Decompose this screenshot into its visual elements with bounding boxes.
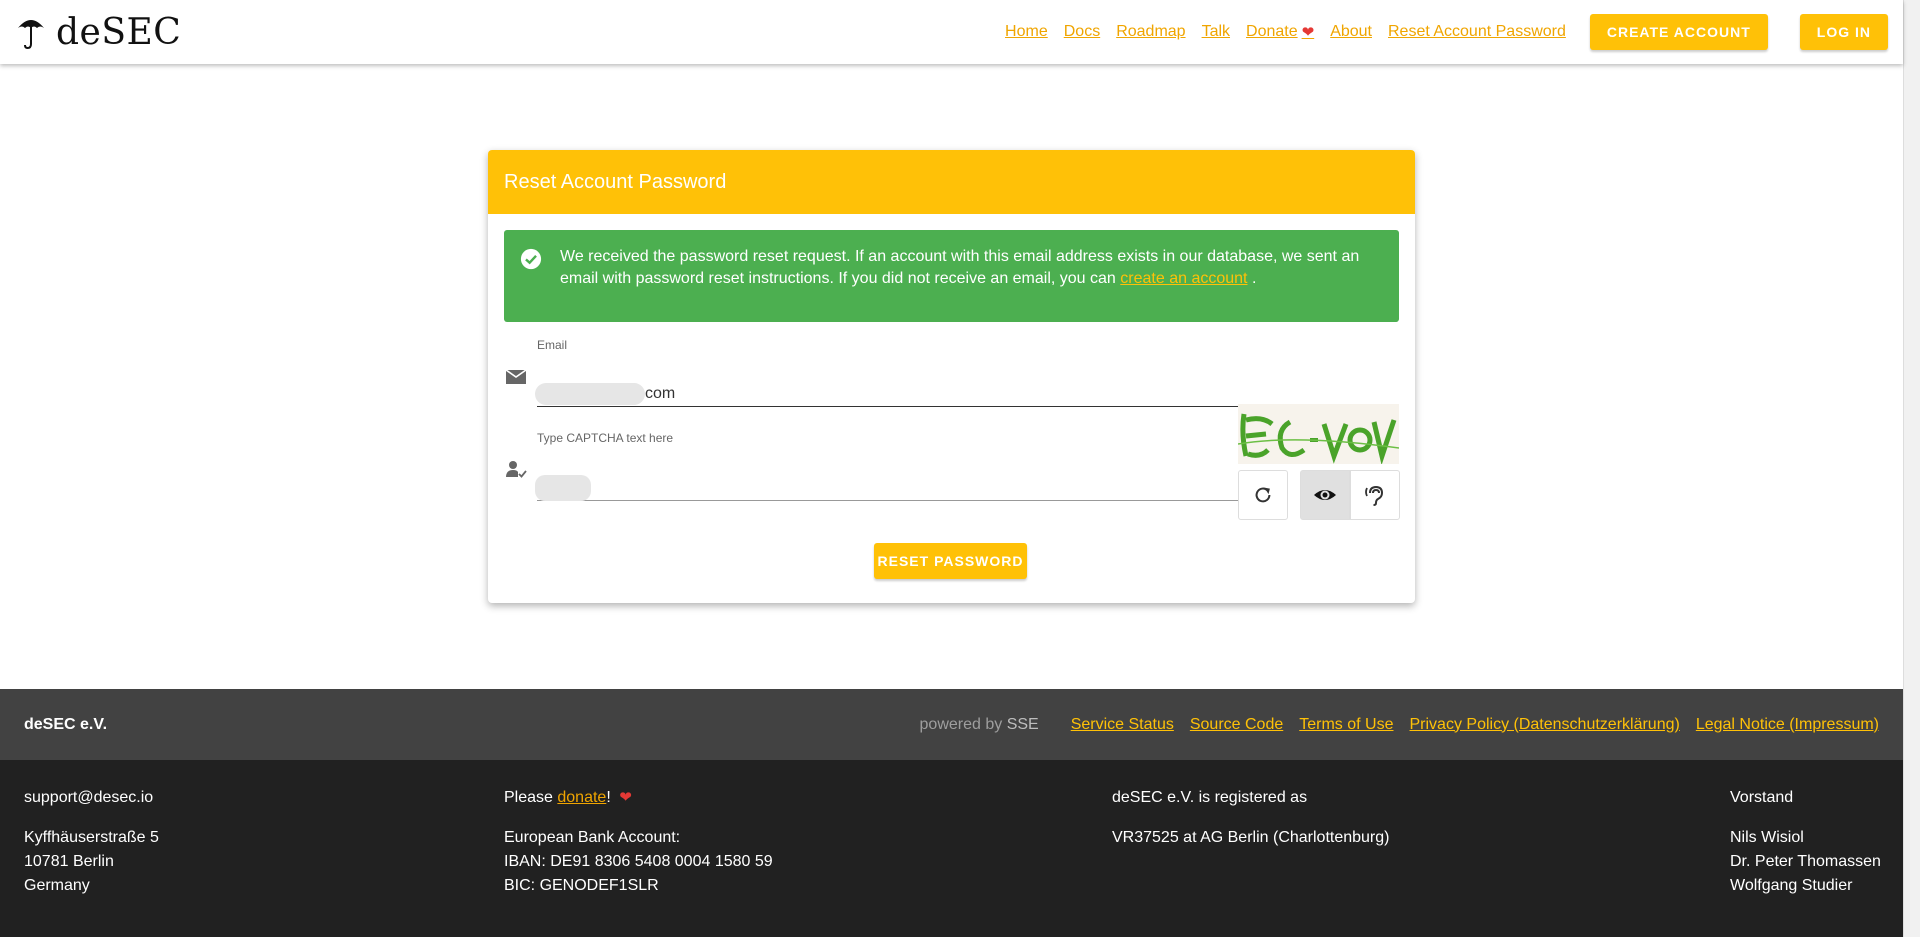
nav-about[interactable]: About: [1330, 23, 1372, 41]
main-nav: Home Docs Roadmap Talk Donate ❤ About Res…: [1005, 0, 1888, 64]
visual-captcha-button[interactable]: [1300, 470, 1350, 520]
terms-of-use-link[interactable]: Terms of Use: [1299, 716, 1393, 734]
heart-icon: ❤: [619, 789, 632, 806]
bank-title: European Bank Account:: [504, 829, 681, 846]
umbrella-icon: [18, 20, 44, 50]
board-member: Dr. Peter Thomassen: [1730, 853, 1881, 870]
footer-contact: support@desec.io Kyffhäuserstraße 5 1078…: [24, 786, 159, 898]
board-title: Vorstand: [1730, 789, 1794, 806]
success-alert: We received the password reset request. …: [504, 230, 1399, 322]
board-member: Wolfgang Studier: [1730, 877, 1853, 894]
reset-password-button[interactable]: RESET PASSWORD: [874, 543, 1027, 579]
nav-donate[interactable]: Donate ❤: [1246, 23, 1314, 41]
powered-by: powered by SSE: [920, 716, 1039, 734]
refresh-icon: [1255, 487, 1271, 503]
nav-roadmap[interactable]: Roadmap: [1116, 23, 1185, 41]
footer-links: powered by SSE Service Status Source Cod…: [920, 689, 1879, 760]
source-code-link[interactable]: Source Code: [1190, 716, 1283, 734]
captcha-label: Type CAPTCHA text here: [537, 431, 674, 445]
hearing-icon: [1365, 485, 1384, 506]
logo[interactable]: deSEC: [16, 12, 181, 53]
captcha-image: [1238, 404, 1399, 464]
create-account-link[interactable]: create an account: [1120, 270, 1247, 287]
nav-reset-password[interactable]: Reset Account Password: [1388, 23, 1566, 41]
address-street: Kyffhäuserstraße 5: [24, 829, 159, 846]
email-icon: [505, 369, 527, 384]
nav-home[interactable]: Home: [1005, 23, 1048, 41]
refresh-captcha-button[interactable]: [1238, 470, 1288, 520]
donate-line: Please donate! ❤: [504, 786, 773, 810]
donate-please: Please: [504, 789, 553, 806]
card-title: Reset Account Password: [488, 150, 1415, 214]
footer-brand: deSEC e.V.: [24, 715, 108, 733]
alert-period: .: [1251, 270, 1257, 287]
powered-by-text: powered by: [919, 715, 1003, 733]
address-country: Germany: [24, 877, 90, 894]
support-email: support@desec.io: [24, 789, 154, 806]
brand-name: deSEC: [56, 11, 182, 53]
bank-bic: BIC: GENODEF1SLR: [504, 877, 659, 894]
footer-registration: deSEC e.V. is registered as VR37525 at A…: [1112, 786, 1389, 850]
email-redacted: [535, 383, 645, 405]
footer-board: Vorstand Nils Wisiol Dr. Peter Thomassen…: [1730, 786, 1881, 898]
audio-captcha-button[interactable]: [1350, 470, 1400, 520]
captcha-input[interactable]: [535, 475, 1280, 501]
board-member: Nils Wisiol: [1730, 829, 1804, 846]
privacy-policy-link[interactable]: Privacy Policy (Datenschutzerklärung): [1410, 716, 1680, 734]
eye-icon: [1314, 490, 1336, 500]
create-account-button[interactable]: CREATE ACCOUNT: [1589, 14, 1768, 50]
check-circle-icon: [520, 248, 542, 270]
footer-info: support@desec.io Kyffhäuserstraße 5 1078…: [0, 760, 1903, 937]
reset-password-card: Reset Account Password We received the p…: [488, 150, 1415, 603]
powered-by-name: SSE: [1006, 715, 1039, 733]
nav-talk[interactable]: Talk: [1202, 23, 1230, 41]
donate-excl: !: [606, 789, 611, 806]
legal-notice-link[interactable]: Legal Notice (Impressum): [1696, 716, 1879, 734]
nav-docs[interactable]: Docs: [1064, 23, 1100, 41]
captcha-redacted: [535, 475, 591, 501]
bank-iban: IBAN: DE91 8306 5408 0004 1580 59: [504, 853, 773, 870]
footer-bar: deSEC e.V. powered by SSE Service Status…: [0, 689, 1903, 760]
email-label: Email: [537, 338, 568, 352]
service-status-link[interactable]: Service Status: [1071, 716, 1174, 734]
donate-link[interactable]: donate: [557, 789, 606, 806]
registration-number: VR37525 at AG Berlin (Charlottenburg): [1112, 829, 1390, 846]
footer-donate: Please donate! ❤ European Bank Account: …: [504, 786, 773, 898]
top-app-bar: deSEC Home Docs Roadmap Talk Donate ❤ Abo…: [0, 0, 1903, 64]
log-in-button[interactable]: LOG IN: [1799, 14, 1888, 50]
registration-title: deSEC e.V. is registered as: [1112, 789, 1308, 806]
user-check-icon: [506, 461, 527, 478]
address-city: 10781 Berlin: [24, 853, 114, 870]
scrollbar[interactable]: [1903, 0, 1920, 937]
nav-donate-label: Donate: [1246, 23, 1298, 40]
email-value-suffix: com: [645, 385, 676, 403]
heart-icon: ❤: [1301, 24, 1315, 41]
